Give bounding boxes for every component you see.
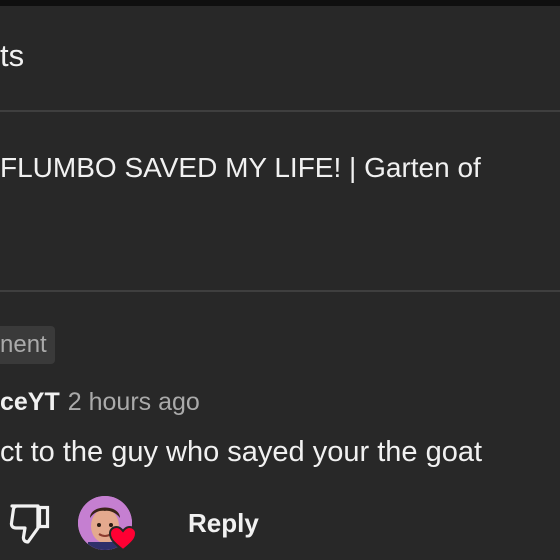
comment-author[interactable]: ceYT — [0, 388, 60, 416]
creator-heart-badge — [78, 496, 138, 556]
pinned-comment-chip: nent — [0, 326, 55, 364]
reply-button[interactable]: Reply — [188, 508, 259, 539]
header-divider — [0, 110, 560, 112]
top-bar — [0, 0, 560, 6]
panel-title: ts — [0, 38, 25, 73]
thumbs-down-icon — [9, 504, 50, 544]
comment-header: ceYT 2 hours ago — [0, 388, 200, 417]
dislike-button[interactable] — [8, 500, 56, 546]
heart-icon — [108, 525, 138, 552]
video-divider — [0, 290, 560, 292]
comments-panel: ts FLUMBO SAVED MY LIFE! | Garten of nen… — [0, 0, 560, 560]
video-title[interactable]: FLUMBO SAVED MY LIFE! | Garten of — [0, 152, 481, 184]
comment-timestamp[interactable]: 2 hours ago — [68, 388, 200, 416]
comment-text: ct to the guy who sayed your the goat — [0, 436, 483, 468]
